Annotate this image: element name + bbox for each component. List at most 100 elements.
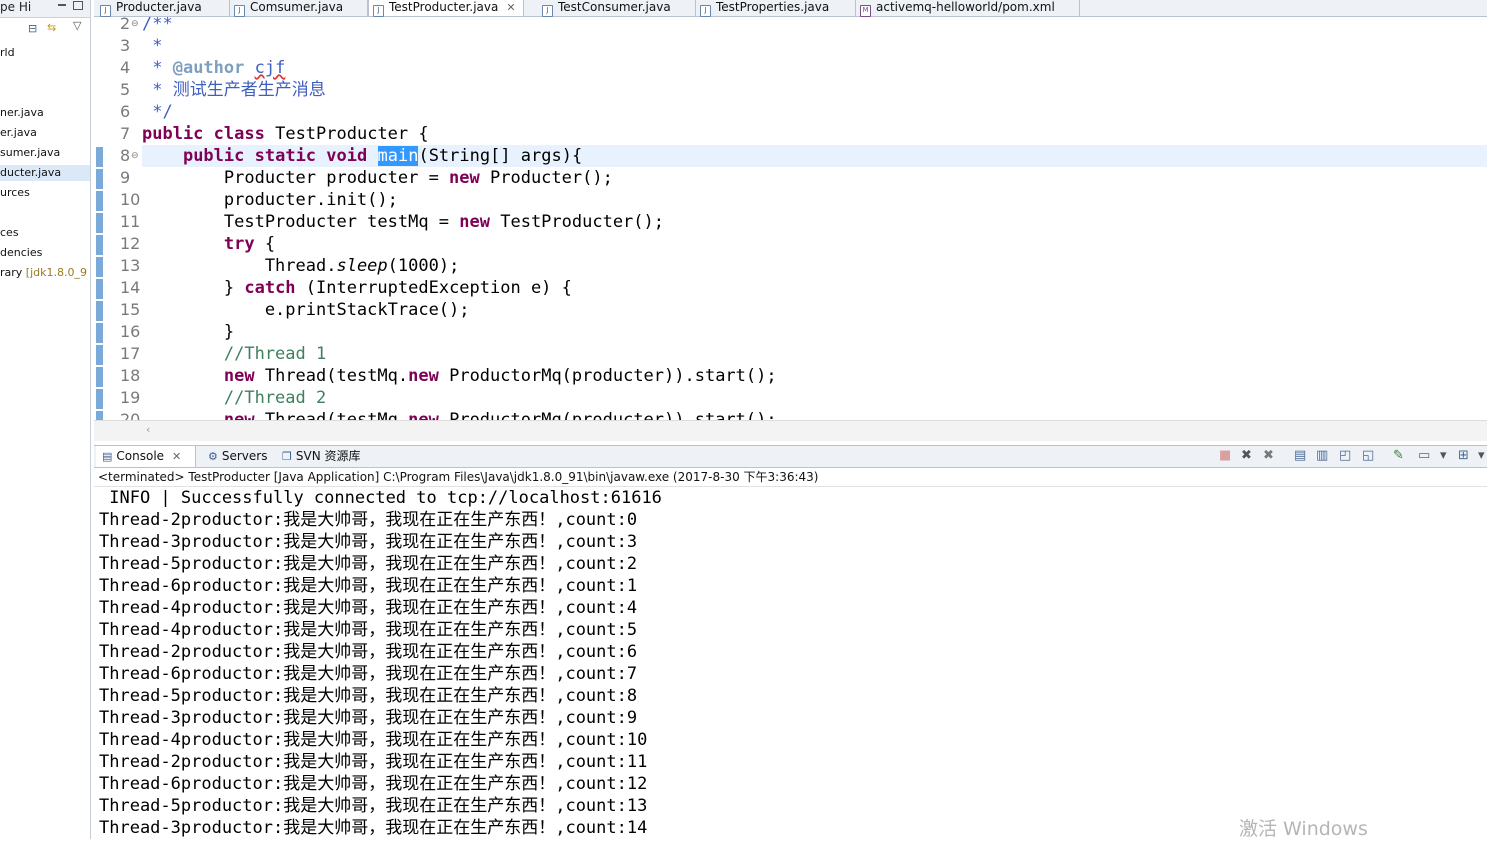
editor-tab[interactable]: J Producter.java (96, 0, 230, 17)
console-output[interactable]: INFO | Successfully connected to tcp://l… (94, 487, 1487, 839)
maximize-icon[interactable] (73, 1, 83, 10)
tree-item[interactable]: dencies (0, 245, 90, 261)
editor-tab[interactable]: J TestProducter.java ✕ (368, 0, 524, 17)
code-line[interactable]: * @author cjf (142, 57, 1487, 79)
overview-ruler (96, 17, 103, 420)
code-token: producter.init(); (142, 190, 398, 210)
remove-launch-icon[interactable]: ✖ (1241, 449, 1252, 463)
code-line[interactable]: public static void main(String[] args){ (142, 145, 1487, 167)
code-line[interactable]: new Thread(testMq.new ProductorMq(produc… (142, 365, 1487, 387)
tree-item[interactable]: ner.java (0, 105, 90, 121)
ruler-mark (96, 279, 103, 299)
tree-item[interactable]: rary [jdk1.8.0_9 (0, 265, 90, 281)
tree-item[interactable]: sumer.java (0, 145, 90, 161)
editor-tab[interactable]: J Comsumer.java (230, 0, 368, 17)
package-explorer: pe Hi ⊟ ⇆ ▽ rld ner.java er.java sumer.java… (0, 0, 91, 839)
code-token: @author (172, 58, 245, 78)
code-line[interactable]: //Thread 2 (142, 387, 1487, 409)
editor-tab[interactable]: J TestConsumer.java (538, 0, 696, 17)
scroll-lock-icon[interactable]: ▥ (1316, 449, 1328, 463)
tree-item-label: rary (0, 266, 26, 279)
console-line: Thread-4productor:我是大帅哥，我现在正在生产东西！,count… (99, 620, 638, 640)
code-line[interactable]: * (142, 35, 1487, 57)
editor-tab-label: TestConsumer.java (558, 0, 671, 14)
editor-tab[interactable]: Mactivemq-helloworld/pom.xml (856, 0, 1080, 17)
terminate-icon[interactable]: ■ (1219, 449, 1231, 463)
display-selected-console-dropdown-icon[interactable]: ▾ (1440, 449, 1447, 463)
console-view-tab[interactable]: ⚙ Servers (202, 446, 274, 467)
display-selected-console-icon[interactable]: ▭ (1418, 449, 1430, 463)
tree-item[interactable]: ducter.java (0, 165, 90, 181)
console-line: Thread-6productor:我是大帅哥，我现在正在生产东西！,count… (99, 774, 648, 794)
open-console-icon[interactable]: ⊞ (1458, 449, 1469, 463)
collapse-all-icon[interactable]: ⊟ (28, 22, 37, 36)
code-line[interactable]: new Thread(testMq.new ProductorMq(produc… (142, 409, 1487, 420)
fold-toggle-icon[interactable]: ⊖ (131, 151, 139, 161)
console-line: Thread-3productor:我是大帅哥，我现在正在生产东西！,count… (99, 818, 648, 838)
java-file-icon: J (373, 5, 384, 17)
code-token: cjf (254, 58, 286, 78)
open-console-dropdown-icon[interactable]: ▾ (1478, 449, 1485, 463)
ruler-mark (96, 301, 103, 321)
code-area[interactable]: /** * * @author cjf * 测试生产者生产消息 */public… (142, 17, 1487, 420)
java-file-icon: J (100, 5, 111, 17)
code-line[interactable]: try { (142, 233, 1487, 255)
code-line[interactable]: */ (142, 101, 1487, 123)
scroll-left-icon[interactable]: ‹ (146, 423, 150, 436)
close-tab-icon[interactable]: ✕ (506, 1, 515, 14)
close-view-icon[interactable]: ✕ (172, 450, 181, 463)
code-editor[interactable]: 2 ⊖ 3 4 5 6 7 8 ⊖ 9 10 11 12 13 14 15 16 17 18 19 20 /** * *… (94, 17, 1487, 420)
code-token: new (459, 212, 490, 232)
code-token: Thread(testMq. (254, 410, 409, 420)
editor-tab[interactable]: J TestProperties.java (696, 0, 856, 17)
code-token: ProductorMq(producter)).start(); (438, 366, 777, 386)
code-token: e.printStackTrace(); (142, 300, 470, 320)
code-line[interactable]: public class TestProducter { (142, 123, 1487, 145)
tree-item-label: rld (0, 46, 15, 59)
tree-item[interactable]: rld (0, 45, 90, 61)
editor-tab-label: Comsumer.java (250, 0, 344, 14)
code-line[interactable]: //Thread 1 (142, 343, 1487, 365)
code-line[interactable]: producter.init(); (142, 189, 1487, 211)
code-line[interactable]: e.printStackTrace(); (142, 299, 1487, 321)
ruler-mark (96, 169, 103, 189)
svn-repository-icon: ❐ (282, 450, 292, 463)
console-line: Thread-3productor:我是大帅哥，我现在正在生产东西！,count… (99, 708, 638, 728)
console-view-tab-label: SVN 资源库 (295, 449, 361, 463)
show-on-stderr-icon[interactable]: ◱ (1362, 449, 1374, 463)
link-with-editor-icon[interactable]: ⇆ (47, 21, 56, 35)
tree-item-label: dencies (0, 246, 43, 259)
tree-item[interactable]: er.java (0, 125, 90, 141)
console-line: Thread-5productor:我是大帅哥，我现在正在生产东西！,count… (99, 686, 638, 706)
code-line[interactable]: Producter producter = new Producter(); (142, 167, 1487, 189)
remove-all-terminated-icon[interactable]: ✖ (1263, 449, 1274, 463)
code-line[interactable]: /** (142, 17, 1487, 35)
code-line[interactable]: } catch (InterruptedException e) { (142, 277, 1487, 299)
show-on-stdout-icon[interactable]: ◰ (1339, 449, 1351, 463)
code-line[interactable]: * 测试生产者生产消息 (142, 79, 1487, 101)
code-line[interactable]: TestProducter testMq = new TestProducter… (142, 211, 1487, 233)
console-view-tab[interactable]: ▤ Console ✕ (96, 446, 196, 467)
code-line[interactable]: Thread.sleep(1000); (142, 255, 1487, 277)
maven-file-icon: M (860, 5, 871, 17)
minimize-icon[interactable] (58, 4, 66, 6)
line-number: 16 (120, 322, 141, 341)
view-menu-icon[interactable]: ▽ (73, 19, 81, 33)
console-view-tab[interactable]: ❐ SVN 资源库 (276, 446, 368, 467)
editor-tab-label: TestProperties.java (716, 0, 830, 14)
tree-item[interactable]: ces (0, 225, 90, 241)
fold-toggle-icon[interactable]: ⊖ (131, 19, 139, 29)
code-token: try (223, 234, 255, 254)
tree-item[interactable]: urces (0, 185, 90, 201)
tree-item-label: sumer.java (0, 146, 61, 159)
pin-console-icon[interactable]: ✎ (1393, 449, 1404, 463)
tree-item-label: ducter.java (0, 166, 62, 179)
horizontal-scrollbar[interactable]: ‹ (94, 420, 1487, 441)
clear-console-icon[interactable]: ▤ (1294, 449, 1306, 463)
code-line[interactable]: } (142, 321, 1487, 343)
